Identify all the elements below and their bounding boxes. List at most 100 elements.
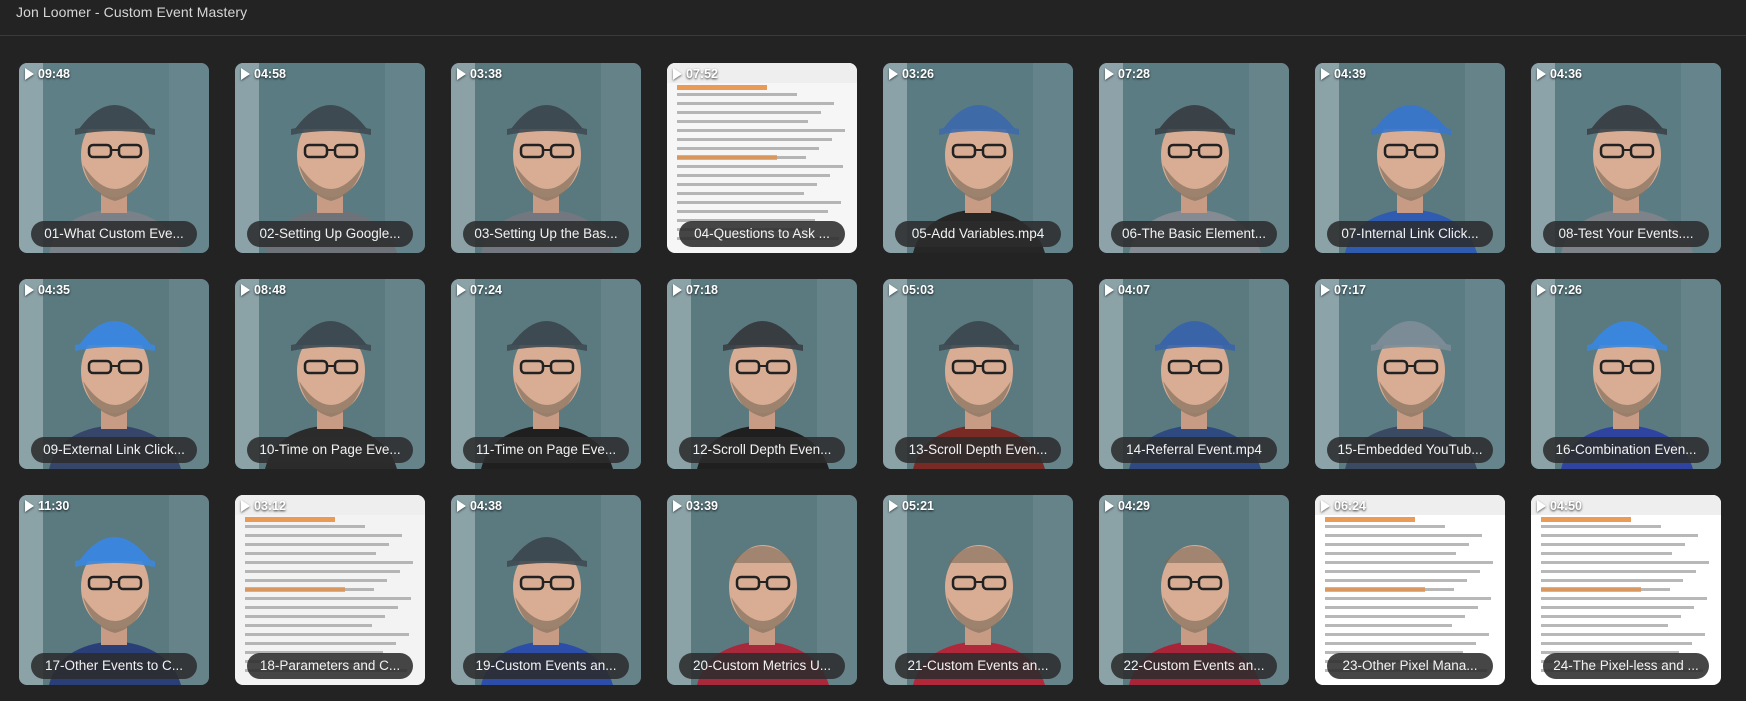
video-title-label: 11-Time on Page Eve... — [463, 437, 629, 463]
play-icon — [1537, 500, 1546, 512]
video-tile[interactable]: 06:24 23-Other Pixel Mana... — [1315, 495, 1505, 685]
video-tile[interactable]: 07:24 11-Time on Page Eve... — [451, 279, 641, 469]
video-duration: 03:26 — [889, 67, 934, 81]
video-title-label: 10-Time on Page Eve... — [247, 437, 413, 463]
play-icon — [241, 284, 250, 296]
video-tile[interactable]: 04:07 14-Referral Event.mp4 — [1099, 279, 1289, 469]
video-title-label: 17-Other Events to C... — [31, 653, 197, 679]
video-tile[interactable]: 09:48 01-What Custom Eve... — [19, 63, 209, 253]
duration-text: 05:21 — [902, 499, 934, 513]
duration-text: 04:38 — [470, 499, 502, 513]
video-title-label: 08-Test Your Events.... — [1543, 221, 1709, 247]
duration-text: 07:17 — [1334, 283, 1366, 297]
video-title-label: 01-What Custom Eve... — [31, 221, 197, 247]
video-title-label: 14-Referral Event.mp4 — [1111, 437, 1277, 463]
play-icon — [25, 68, 34, 80]
video-duration: 06:24 — [1321, 499, 1366, 513]
duration-text: 04:39 — [1334, 67, 1366, 81]
video-title-label: 02-Setting Up Google... — [247, 221, 413, 247]
video-tile[interactable]: 05:03 13-Scroll Depth Even... — [883, 279, 1073, 469]
play-icon — [457, 68, 466, 80]
duration-text: 04:29 — [1118, 499, 1150, 513]
play-icon — [1105, 500, 1114, 512]
duration-text: 03:39 — [686, 499, 718, 513]
duration-text: 07:26 — [1550, 283, 1582, 297]
video-duration: 07:24 — [457, 283, 502, 297]
play-icon — [25, 500, 34, 512]
video-tile[interactable]: 04:38 19-Custom Events an... — [451, 495, 641, 685]
video-tile[interactable]: 07:17 15-Embedded YouTub... — [1315, 279, 1505, 469]
title-bar: Jon Loomer - Custom Event Mastery — [0, 0, 1746, 36]
video-tile[interactable]: 03:12 18-Parameters and C... — [235, 495, 425, 685]
play-icon — [241, 68, 250, 80]
play-icon — [1321, 500, 1330, 512]
video-tile[interactable]: 05:21 21-Custom Events an... — [883, 495, 1073, 685]
video-tile[interactable]: 03:38 03-Setting Up the Bas... — [451, 63, 641, 253]
video-tile[interactable]: 11:30 17-Other Events to C... — [19, 495, 209, 685]
video-title-label: 04-Questions to Ask ... — [679, 221, 845, 247]
video-tile[interactable]: 08:48 10-Time on Page Eve... — [235, 279, 425, 469]
video-duration: 07:52 — [673, 67, 718, 81]
video-duration: 03:38 — [457, 67, 502, 81]
play-icon — [1537, 68, 1546, 80]
video-tile[interactable]: 04:50 24-The Pixel-less and ... — [1531, 495, 1721, 685]
duration-text: 11:30 — [38, 499, 70, 513]
play-icon — [1105, 68, 1114, 80]
video-tile[interactable]: 04:58 02-Setting Up Google... — [235, 63, 425, 253]
video-tile[interactable]: 07:18 12-Scroll Depth Even... — [667, 279, 857, 469]
video-tile[interactable]: 07:26 16-Combination Even... — [1531, 279, 1721, 469]
video-tile[interactable]: 04:29 22-Custom Events an... — [1099, 495, 1289, 685]
video-title-label: 05-Add Variables.mp4 — [895, 221, 1061, 247]
video-tile[interactable]: 04:39 07-Internal Link Click... — [1315, 63, 1505, 253]
duration-text: 07:24 — [470, 283, 502, 297]
play-icon — [457, 500, 466, 512]
video-tile[interactable]: 03:26 05-Add Variables.mp4 — [883, 63, 1073, 253]
video-duration: 04:35 — [25, 283, 70, 297]
play-icon — [889, 68, 898, 80]
video-title-label: 03-Setting Up the Bas... — [463, 221, 629, 247]
video-title-label: 22-Custom Events an... — [1111, 653, 1277, 679]
video-title-label: 09-External Link Click... — [31, 437, 197, 463]
video-duration: 05:03 — [889, 283, 934, 297]
video-duration: 07:18 — [673, 283, 718, 297]
play-icon — [673, 284, 682, 296]
video-title-label: 07-Internal Link Click... — [1327, 221, 1493, 247]
video-tile[interactable]: 03:39 20-Custom Metrics U... — [667, 495, 857, 685]
video-duration: 08:48 — [241, 283, 286, 297]
video-tile[interactable]: 04:36 08-Test Your Events.... — [1531, 63, 1721, 253]
video-title-label: 24-The Pixel-less and ... — [1543, 653, 1709, 679]
play-icon — [25, 284, 34, 296]
video-duration: 07:17 — [1321, 283, 1366, 297]
video-duration: 11:30 — [25, 499, 69, 513]
video-title-label: 13-Scroll Depth Even... — [895, 437, 1061, 463]
video-tile[interactable]: 07:28 06-The Basic Element... — [1099, 63, 1289, 253]
video-duration: 04:39 — [1321, 67, 1366, 81]
duration-text: 07:28 — [1118, 67, 1150, 81]
video-title-label: 21-Custom Events an... — [895, 653, 1061, 679]
video-duration: 05:21 — [889, 499, 934, 513]
video-duration: 03:39 — [673, 499, 718, 513]
duration-text: 04:58 — [254, 67, 286, 81]
video-duration: 04:50 — [1537, 499, 1582, 513]
duration-text: 07:18 — [686, 283, 718, 297]
duration-text: 06:24 — [1334, 499, 1366, 513]
video-title-label: 16-Combination Even... — [1543, 437, 1709, 463]
video-duration: 04:36 — [1537, 67, 1582, 81]
video-grid: 09:48 01-What Custom Eve... 04:58 02-Setti… — [19, 63, 1721, 685]
video-tile[interactable]: 04:35 09-External Link Click... — [19, 279, 209, 469]
play-icon — [1321, 68, 1330, 80]
play-icon — [1537, 284, 1546, 296]
video-title-label: 23-Other Pixel Mana... — [1327, 653, 1493, 679]
duration-text: 03:26 — [902, 67, 934, 81]
video-duration: 07:26 — [1537, 283, 1582, 297]
play-icon — [1321, 284, 1330, 296]
video-duration: 03:12 — [241, 499, 286, 513]
play-icon — [889, 500, 898, 512]
duration-text: 04:35 — [38, 283, 70, 297]
video-duration: 04:58 — [241, 67, 286, 81]
duration-text: 05:03 — [902, 283, 934, 297]
play-icon — [457, 284, 466, 296]
video-title-label: 19-Custom Events an... — [463, 653, 629, 679]
duration-text: 04:36 — [1550, 67, 1582, 81]
video-tile[interactable]: 07:52 04-Questions to Ask ... — [667, 63, 857, 253]
